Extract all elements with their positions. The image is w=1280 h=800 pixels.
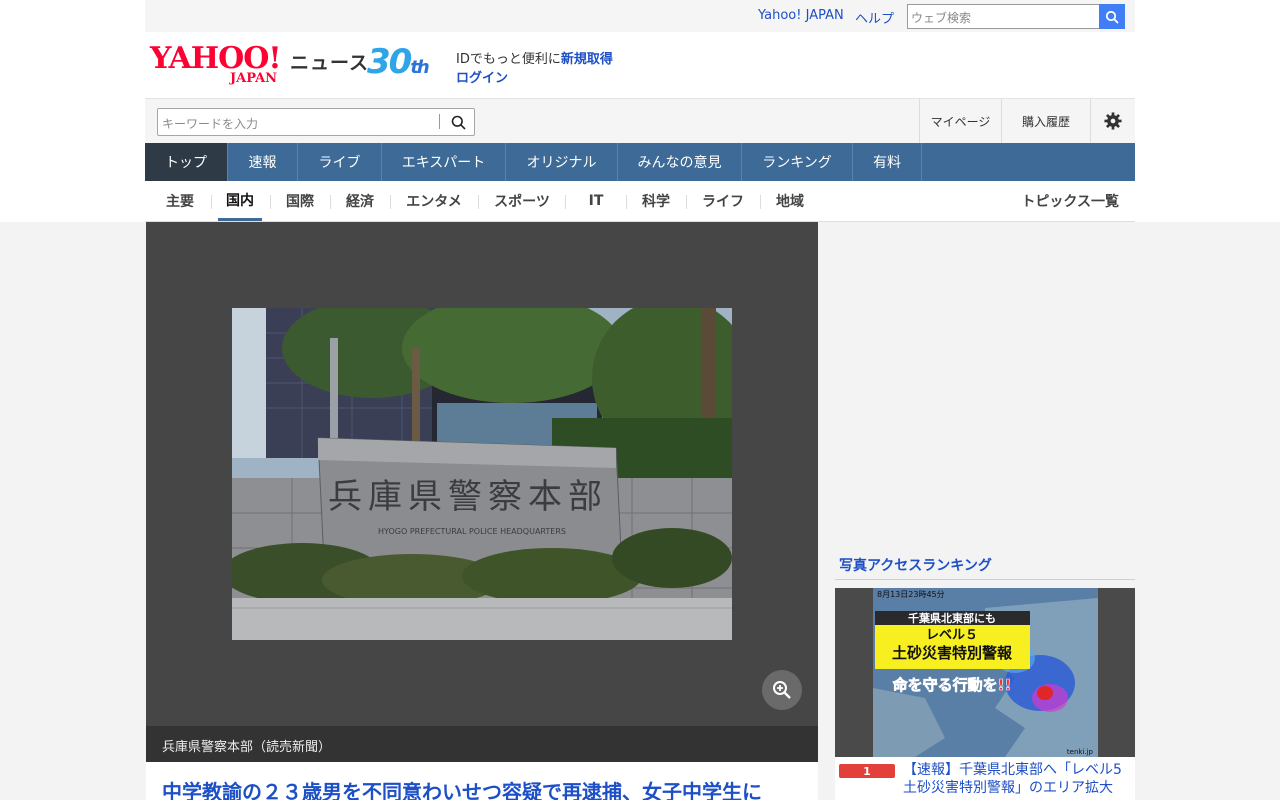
purchase-history-link[interactable]: 購入履歴 <box>1001 99 1090 143</box>
id-promo-text: IDでもっと便利に <box>456 52 561 67</box>
anniversary-number: 30 <box>367 42 412 82</box>
topics-list-link[interactable]: トピックス一覧 <box>1021 181 1119 221</box>
nav-tab-ranking[interactable]: ランキング <box>742 143 853 181</box>
nav-tab-original[interactable]: オリジナル <box>506 143 618 181</box>
photo-viewer: 兵庫県警察本部 HYOGO PREFECTURAL POLICE HEADQUA… <box>146 222 818 762</box>
zoom-in-icon <box>773 681 791 699</box>
nav-tab-breaking[interactable]: 速報 <box>228 143 298 181</box>
weather-warning-image: 8月13日23時45分 千葉県北東部にも レベル５ 土砂災害特別警報 命を守る行… <box>835 588 1135 757</box>
sub-divider <box>478 195 479 209</box>
ranking-image-line1: 千葉県北東部にも <box>908 611 996 625</box>
article-title[interactable]: 中学教諭の２３歳男を不同意わいせつ容疑で再逮捕、女子中学生に <box>146 762 818 800</box>
sub-tab-main[interactable]: 主要 <box>157 181 203 221</box>
sub-tab-science[interactable]: 科学 <box>635 181 677 221</box>
anniversary-suffix: th <box>410 57 429 78</box>
sub-divider <box>565 195 566 209</box>
ranking-image-credit: tenki.jp <box>1067 748 1094 756</box>
article-photo[interactable]: 兵庫県警察本部 HYOGO PREFECTURAL POLICE HEADQUA… <box>232 308 732 640</box>
search-divider <box>439 114 440 129</box>
news-section-title: ニュース <box>290 52 370 74</box>
nav-tab-top[interactable]: トップ <box>145 143 228 181</box>
id-promo: IDでもっと便利に新規取得 <box>456 48 613 67</box>
ranking-image-line4: 命を守る行動を!! <box>892 676 1012 694</box>
new-signup-link[interactable]: 新規取得 <box>561 52 613 67</box>
sub-tab-entertainment[interactable]: エンタメ <box>399 181 469 221</box>
util-bar: Yahoo! JAPAN ヘルプ ウェブ検索 <box>145 0 1135 32</box>
sub-tab-domestic[interactable]: 国内 <box>218 181 262 221</box>
sub-tab-world[interactable]: 国際 <box>279 181 321 221</box>
ranking-image[interactable]: 8月13日23時45分 千葉県北東部にも レベル５ 土砂災害特別警報 命を守る行… <box>835 588 1135 757</box>
ranking-image-timestamp: 8月13日23時45分 <box>877 590 945 599</box>
keyword-search-input[interactable]: キーワードを入力 <box>157 108 475 136</box>
zoom-button[interactable] <box>762 670 802 710</box>
sign-text: 兵庫県警察本部 <box>328 477 608 517</box>
sub-divider <box>390 195 391 209</box>
ranking-image-line3: 土砂災害特別警報 <box>892 644 1013 662</box>
settings-button[interactable] <box>1090 99 1135 143</box>
yahoo-logo-japan: JAPAN <box>230 71 278 86</box>
rank-badge: 1 <box>839 764 895 778</box>
web-search-input[interactable]: ウェブ検索 <box>907 4 1125 29</box>
ranking-item-title[interactable]: 【速報】千葉県北東部へ「レベル5土砂災害特別警報」のエリア拡大 <box>903 761 1131 797</box>
sub-divider <box>626 195 627 209</box>
anniversary-logo: 30th <box>367 42 430 86</box>
sub-divider <box>686 195 687 209</box>
yahoo-logo-word: YAHOO! <box>150 41 282 76</box>
photo-caption: 兵庫県警察本部（読売新聞） <box>146 726 818 762</box>
search-icon <box>1105 10 1119 24</box>
sub-tab-life[interactable]: ライフ <box>695 181 751 221</box>
ranking-item[interactable]: 1 【速報】千葉県北東部へ「レベル5土砂災害特別警報」のエリア拡大 <box>835 757 1135 800</box>
keyword-search-button[interactable] <box>445 110 471 134</box>
sign-subtext: HYOGO PREFECTURAL POLICE HEADQUARTERS <box>378 527 566 536</box>
ad-space <box>835 222 1135 542</box>
nav-tab-live[interactable]: ライブ <box>298 143 382 181</box>
yahoo-japan-link[interactable]: Yahoo! JAPAN <box>758 8 844 23</box>
search-icon <box>451 115 466 130</box>
sub-tab-local[interactable]: 地域 <box>769 181 811 221</box>
photo-ranking-heading: 写真アクセスランキング <box>835 548 1135 580</box>
sub-divider <box>211 195 212 209</box>
sub-divider <box>270 195 271 209</box>
sub-divider <box>330 195 331 209</box>
site-header: YAHOO! JAPAN ニュース 30th IDでもっと便利に新規取得 ログイ… <box>145 32 1135 98</box>
search-row: キーワードを入力 マイページ 購入履歴 <box>145 98 1135 143</box>
sub-divider <box>760 195 761 209</box>
gear-icon <box>1104 112 1122 130</box>
ranking-image-line2: レベル５ <box>926 628 978 643</box>
nav-tab-opinions[interactable]: みんなの意見 <box>618 143 742 181</box>
nav-tab-expert[interactable]: エキスパート <box>382 143 506 181</box>
nav-tab-paid[interactable]: 有料 <box>853 143 922 181</box>
help-link[interactable]: ヘルプ <box>855 8 894 27</box>
sub-tab-economy[interactable]: 経済 <box>339 181 381 221</box>
mypage-link[interactable]: マイページ <box>919 99 1001 143</box>
sub-nav: 主要 国内 国際 経済 エンタメ スポーツ IT 科学 ライフ 地域 トピックス… <box>145 181 1135 222</box>
sub-tab-sports[interactable]: スポーツ <box>487 181 557 221</box>
main-nav: トップ 速報 ライブ エキスパート オリジナル みんなの意見 ランキング 有料 <box>145 143 1135 181</box>
sub-tab-it[interactable]: IT <box>575 181 617 221</box>
login-link[interactable]: ログイン <box>456 67 508 86</box>
web-search-button[interactable] <box>1099 4 1125 29</box>
police-hq-photo: 兵庫県警察本部 HYOGO PREFECTURAL POLICE HEADQUA… <box>232 308 732 640</box>
